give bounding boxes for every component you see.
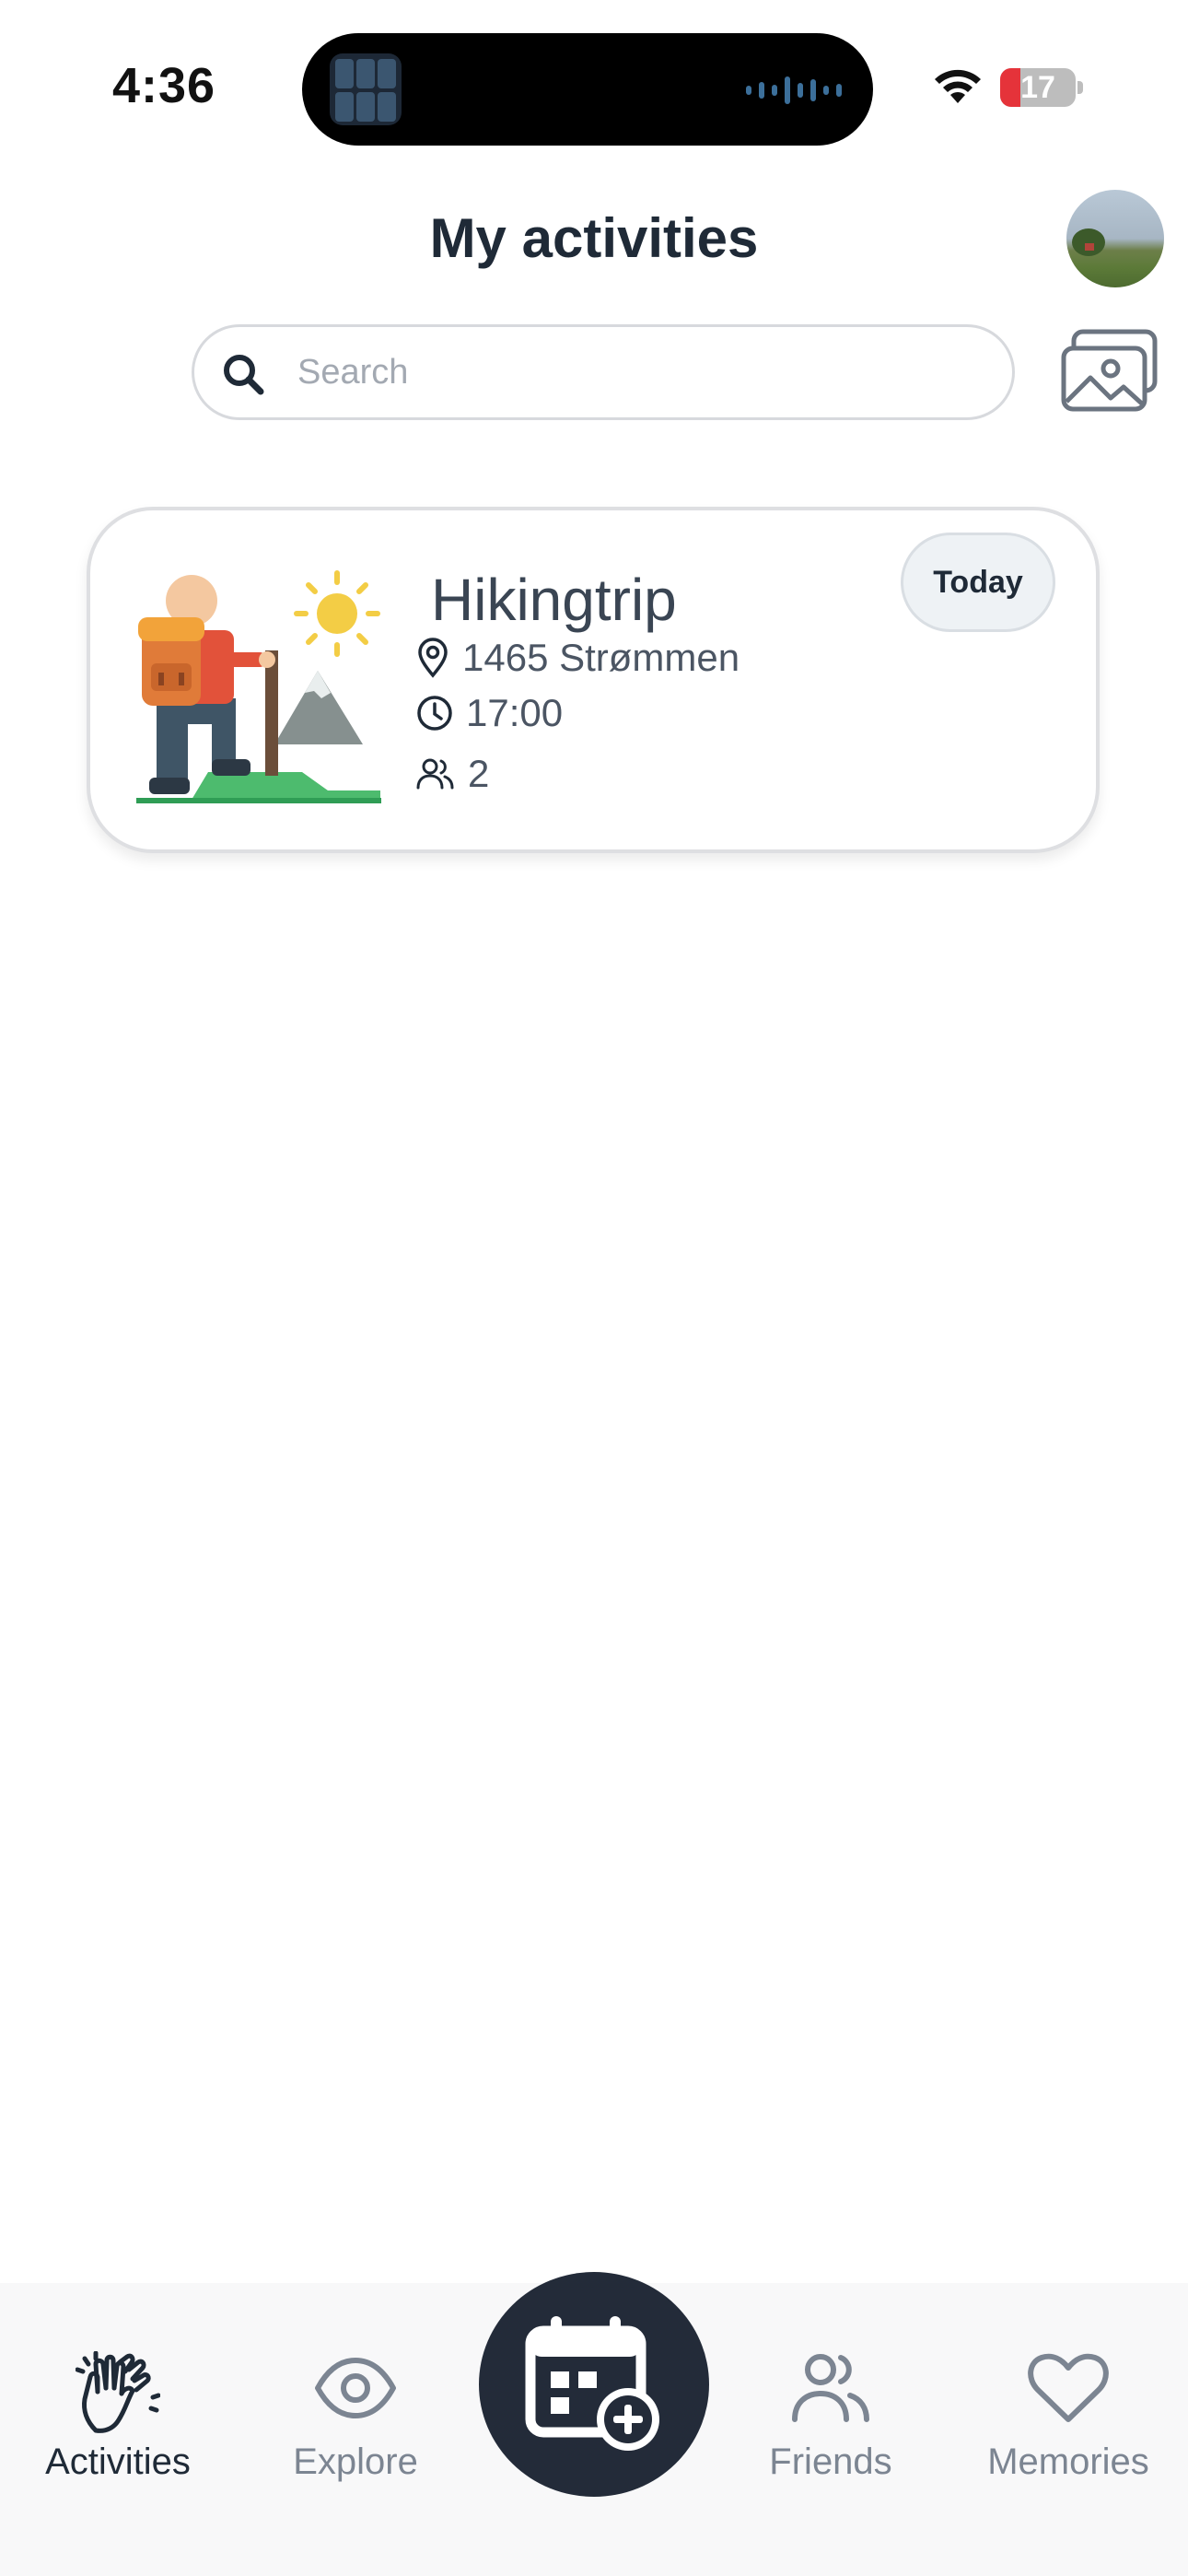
nav-explore[interactable]: Explore <box>245 2283 466 2486</box>
activity-time-row: 17:00 <box>416 691 563 735</box>
clapping-hands-icon <box>76 2351 160 2433</box>
search-input[interactable] <box>297 327 979 417</box>
activity-card[interactable]: Hikingtrip 1465 Strømmen 17:00 2 Today <box>87 507 1100 853</box>
status-time: 4:36 <box>112 58 216 113</box>
page-title: My activities <box>429 207 759 269</box>
nav-memories[interactable]: Memories <box>958 2283 1179 2486</box>
battery-level: 17 <box>1020 70 1055 105</box>
nav-activities-label: Activities <box>45 2441 191 2482</box>
location-pin-icon <box>418 638 448 678</box>
nav-activities[interactable]: Activities <box>7 2283 228 2486</box>
now-playing-thumbnail <box>330 53 402 125</box>
create-activity-button[interactable] <box>479 2272 709 2497</box>
gallery-button[interactable] <box>1059 324 1160 420</box>
search-bar[interactable] <box>192 324 1015 420</box>
audio-wave-icon <box>746 72 842 109</box>
hiker-mountain-illustration <box>136 570 381 803</box>
participants-icon <box>416 758 454 790</box>
avatar[interactable] <box>1066 190 1164 287</box>
status-bar: 4:36 17 <box>0 0 1188 175</box>
activity-participants: 2 <box>468 752 490 795</box>
nav-explore-label: Explore <box>293 2441 418 2482</box>
nav-friends-label: Friends <box>769 2441 892 2482</box>
clock-icon <box>417 696 452 731</box>
battery-icon: 17 <box>1000 68 1076 107</box>
nav-memories-label: Memories <box>987 2441 1149 2482</box>
activity-location: 1465 Strømmen <box>462 636 740 679</box>
photos-icon <box>1061 329 1158 412</box>
activity-time: 17:00 <box>466 691 564 734</box>
dynamic-island <box>302 33 873 146</box>
battery-tip <box>1077 81 1083 94</box>
activity-participants-row: 2 <box>416 752 489 796</box>
eye-icon <box>315 2358 396 2418</box>
calendar-plus-icon <box>525 2316 659 2451</box>
activity-location-row: 1465 Strømmen <box>416 636 740 680</box>
nav-friends[interactable]: Friends <box>720 2283 941 2486</box>
date-badge: Today <box>901 533 1055 632</box>
heart-icon <box>1028 2353 1109 2422</box>
search-icon <box>224 355 264 395</box>
activity-title: Hikingtrip <box>431 567 677 633</box>
wifi-icon <box>935 69 981 103</box>
friends-icon <box>792 2354 869 2422</box>
